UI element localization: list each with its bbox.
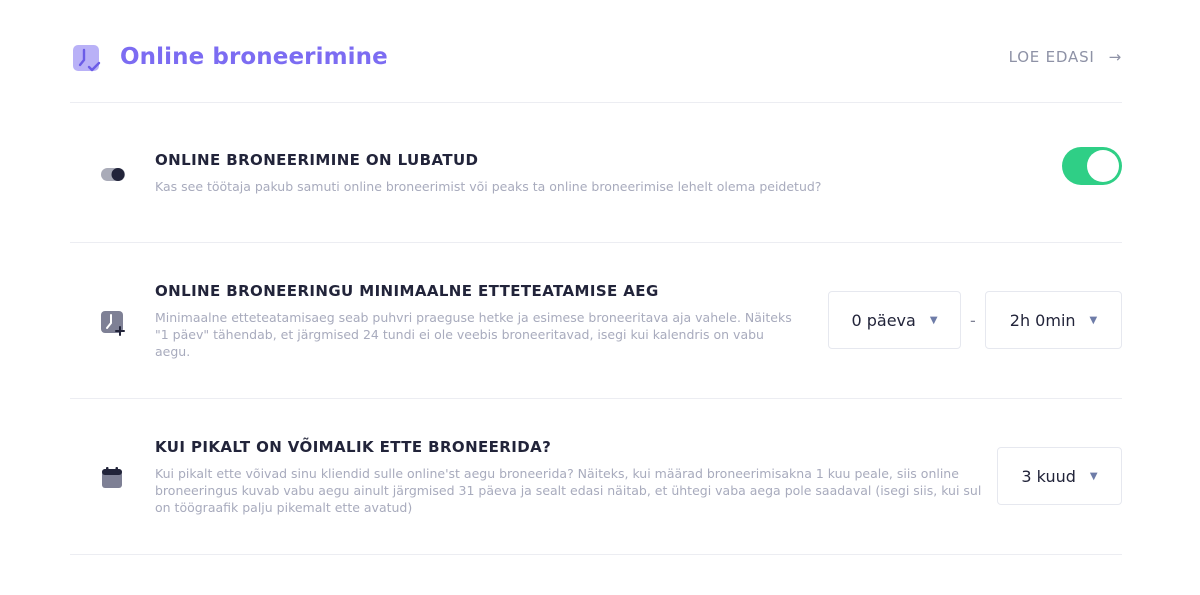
- divider: [70, 554, 1122, 555]
- setting-title: ONLINE BRONEERIMINE ON LUBATUD: [155, 151, 479, 169]
- toggle-knob: [1087, 150, 1119, 182]
- read-more-link[interactable]: LOE EDASI →: [1009, 48, 1122, 66]
- setting-description: Minimaalne etteteatamisaeg seab puhvri p…: [155, 310, 792, 359]
- page-title: Online broneerimine: [120, 44, 388, 70]
- booking-window-value: 3 kuud: [1021, 466, 1076, 486]
- notice-days-value: 0 päeva: [851, 310, 916, 330]
- calendar-icon: [100, 465, 126, 491]
- read-more-label: LOE EDASI: [1008, 48, 1095, 66]
- setting-online-booking-enabled: ONLINE BRONEERIMINE ON LUBATUD Kas see t…: [70, 147, 1122, 211]
- range-separator: -: [970, 311, 976, 330]
- arrow-right-icon: →: [1108, 48, 1122, 66]
- divider: [70, 102, 1122, 103]
- chevron-down-icon: ▼: [1089, 314, 1098, 326]
- setting-minimum-notice: ONLINE BRONEERINGU MINIMAALNE ETTETEATAM…: [70, 282, 1122, 372]
- notice-time-value: 2h 0min: [1009, 310, 1076, 330]
- divider: [70, 398, 1122, 399]
- clock-plus-icon: [100, 310, 126, 336]
- chevron-down-icon: ▼: [1089, 470, 1098, 482]
- divider: [70, 242, 1122, 243]
- notice-days-select[interactable]: 0 päeva ▼: [828, 291, 961, 349]
- online-booking-toggle[interactable]: [1062, 147, 1122, 185]
- booking-window-select[interactable]: 3 kuud ▼: [997, 447, 1122, 505]
- notice-time-select[interactable]: 2h 0min ▼: [985, 291, 1122, 349]
- setting-booking-window: KUI PIKALT ON VÕIMALIK ETTE BRONEERIDA? …: [70, 438, 1122, 528]
- section-header: Online broneerimine LOE EDASI →: [70, 42, 1122, 76]
- chevron-down-icon: ▼: [929, 314, 938, 326]
- setting-title: KUI PIKALT ON VÕIMALIK ETTE BRONEERIDA?: [155, 438, 552, 456]
- setting-description: Kas see töötaja pakub samuti online bron…: [155, 179, 822, 194]
- setting-title: ONLINE BRONEERINGU MINIMAALNE ETTETEATAM…: [155, 282, 659, 300]
- toggle-icon: [100, 161, 126, 187]
- setting-description: Kui pikalt ette võivad sinu kliendid sul…: [155, 466, 982, 515]
- online-booking-settings: Online broneerimine LOE EDASI → ONLINE B…: [0, 0, 1200, 595]
- clock-check-icon: [72, 44, 102, 74]
